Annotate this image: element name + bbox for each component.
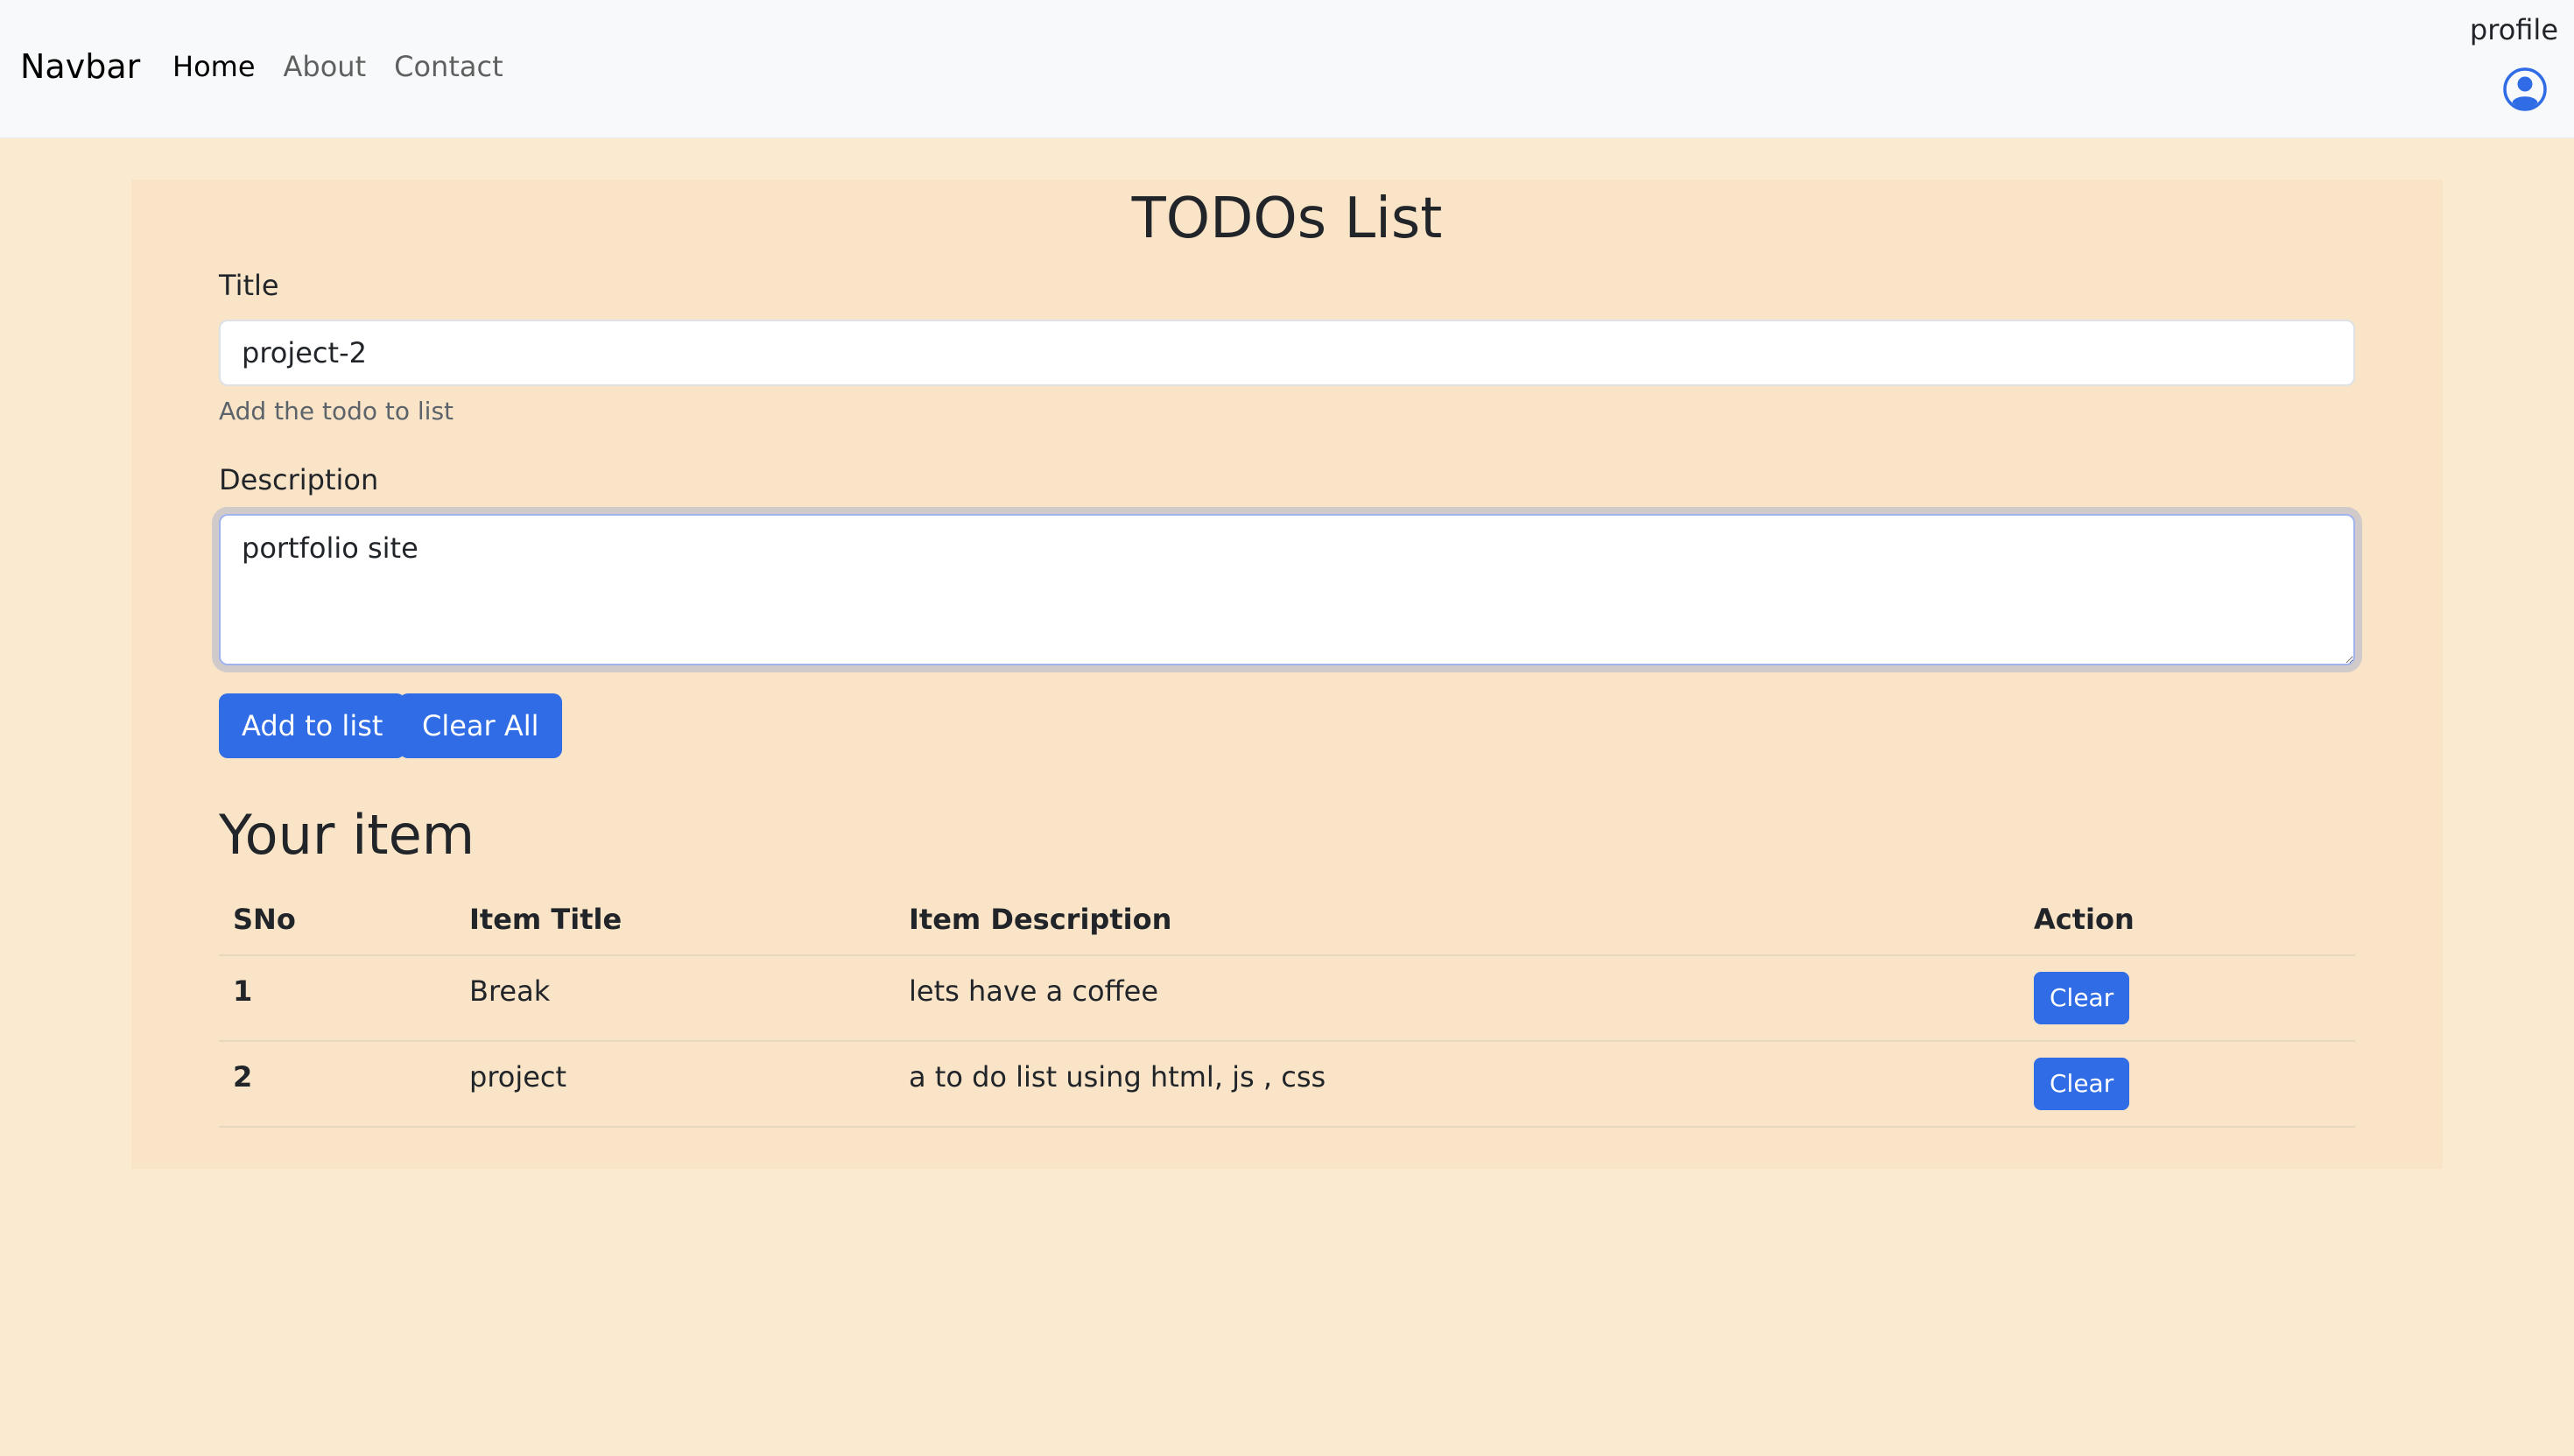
table-row: 2 project a to do list using html, js , …	[219, 1042, 2355, 1128]
add-to-list-button[interactable]: Add to list	[219, 693, 406, 758]
page-title: TODOs List	[1131, 186, 1443, 251]
clear-item-button[interactable]: Clear	[2034, 1058, 2130, 1110]
title-input[interactable]	[219, 320, 2355, 386]
column-header-item-description: Item Description	[909, 903, 1172, 936]
items-heading: Your item	[219, 803, 475, 867]
description-textarea[interactable]: portfolio site	[219, 514, 2355, 665]
profile-label[interactable]: profile	[2470, 11, 2558, 49]
table-header-row: SNo Item Title Item Description Action	[219, 884, 2355, 956]
navbar-brand[interactable]: Navbar	[20, 42, 140, 91]
nav-link-home[interactable]: Home	[172, 44, 256, 89]
column-header-sno: SNo	[233, 903, 296, 936]
row-sno: 1	[233, 974, 253, 1008]
column-header-item-title: Item Title	[469, 903, 622, 936]
row-title: project	[469, 1060, 567, 1094]
clear-item-button[interactable]: Clear	[2034, 972, 2130, 1024]
description-label: Description	[219, 463, 379, 496]
nav-link-about[interactable]: About	[284, 44, 367, 89]
table-row: 1 Break lets have a coffee Clear	[219, 956, 2355, 1042]
row-description: lets have a coffee	[909, 974, 1159, 1008]
column-header-action: Action	[2034, 903, 2134, 936]
items-table: SNo Item Title Item Description Action 1…	[219, 884, 2355, 1128]
nav-link-contact[interactable]: Contact	[394, 44, 503, 89]
user-circle-icon[interactable]	[2502, 67, 2548, 112]
clear-all-button[interactable]: Clear All	[399, 693, 562, 758]
row-description: a to do list using html, js , css	[909, 1060, 1326, 1094]
row-title: Break	[469, 974, 551, 1008]
row-sno: 2	[233, 1060, 253, 1094]
title-help-text: Add the todo to list	[219, 397, 454, 426]
nav-links: Home About Contact	[172, 44, 503, 89]
navbar: Navbar Home About Contact profile	[0, 0, 2574, 138]
title-label: Title	[219, 269, 279, 302]
